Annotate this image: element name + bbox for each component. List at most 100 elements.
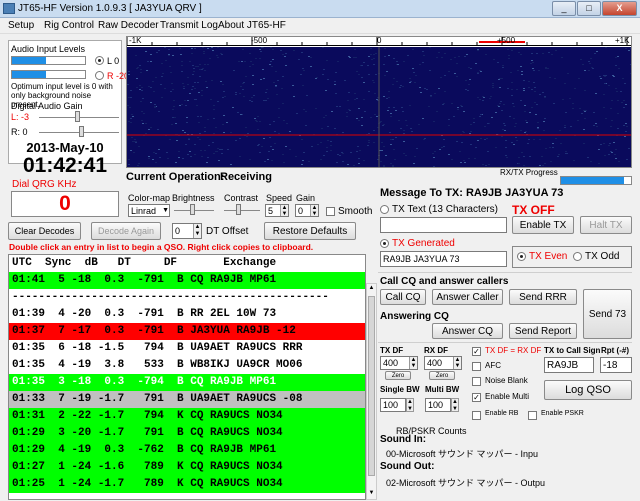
sound-in-label: Sound In:: [380, 434, 427, 445]
speed-spinner[interactable]: ▲ ▼: [280, 205, 288, 217]
tx-eq-rx-checkbox[interactable]: ✓: [472, 347, 481, 356]
gain-label: Gain: [296, 193, 316, 203]
rx-df-zero-button[interactable]: Zero: [429, 371, 455, 380]
tx-to-call-value: RA9JB: [547, 359, 579, 371]
tx-even-radio[interactable]: [517, 252, 526, 261]
enable-tx-button[interactable]: Enable TX: [512, 216, 574, 234]
decode-row[interactable]: 01:27 1 -24 -1.6 789 K CQ RA9UCS NO34: [9, 459, 365, 476]
tx-text-radio[interactable]: [380, 205, 389, 214]
menu-setup[interactable]: Setup: [8, 20, 34, 31]
gain-left-slider[interactable]: [75, 111, 80, 122]
tx-even-label: TX Even: [529, 251, 568, 262]
tx-generated-radio[interactable]: [380, 239, 389, 248]
single-bw-spinner[interactable]: ▲ ▼: [406, 398, 414, 412]
tx-odd-label: TX Odd: [585, 251, 620, 262]
decode-row[interactable]: 01:31 2 -22 -1.7 794 K CQ RA9UCS NO34: [9, 408, 365, 425]
decode-row[interactable]: 01:35 6 -18 -1.5 794 B UA9AET RA9UCS RRR: [9, 340, 365, 357]
minimize-button[interactable]: _: [552, 1, 576, 16]
menu-about[interactable]: About JT65-HF: [218, 20, 286, 31]
scroll-up-icon[interactable]: ▲: [368, 285, 375, 293]
decode-row[interactable]: 01:39 4 -20 0.3 -791 B RR 2EL 10W 73: [9, 306, 365, 323]
maximize-button[interactable]: □: [577, 1, 601, 16]
tx-to-call-input[interactable]: RA9JB: [544, 357, 594, 373]
decode-row[interactable]: 01:37 7 -17 0.3 -791 B JA3YUA RA9JB -12: [9, 323, 365, 340]
send-rrr-button[interactable]: Send RRR: [509, 289, 577, 305]
enable-rb-checkbox[interactable]: [472, 411, 481, 420]
single-bw-input[interactable]: 100: [380, 398, 406, 412]
halt-tx-button[interactable]: Halt TX: [580, 216, 632, 234]
decode-row[interactable]: 01:33 7 -19 -1.7 791 B UA9AET RA9UCS -08: [9, 391, 365, 408]
scroll-thumb[interactable]: [368, 296, 375, 476]
send-73-button[interactable]: Send 73: [583, 289, 632, 339]
waterfall-display[interactable]: [127, 47, 631, 167]
enable-rb-label: Enable RB: [485, 410, 519, 417]
right-channel-radio[interactable]: [95, 71, 104, 80]
multi-bw-spinner[interactable]: ▲ ▼: [451, 398, 459, 412]
smooth-label: Smooth: [338, 206, 373, 217]
decode-row[interactable]: ----------------------------------------…: [9, 289, 365, 306]
decode-row[interactable]: 01:41 5 -18 0.3 -791 B CQ RA9JB MP61: [9, 272, 365, 289]
colormap-select[interactable]: Linrad ▼: [128, 204, 170, 217]
restore-defaults-button[interactable]: Restore Defaults: [264, 222, 356, 240]
dt-offset-spinner[interactable]: ▲ ▼: [193, 224, 201, 238]
gain-value: 0: [298, 205, 304, 216]
clear-decodes-button[interactable]: Clear Decodes: [8, 222, 81, 240]
afc-checkbox[interactable]: [472, 362, 481, 371]
scale-label-minus-500: -500: [251, 36, 268, 45]
afc-label: AFC: [485, 361, 501, 370]
decode-row[interactable]: 01:35 3 -18 0.3 -794 B CQ RA9JB MP61: [9, 374, 365, 391]
contrast-label: Contrast: [224, 193, 259, 203]
scroll-down-icon[interactable]: ▼: [368, 490, 375, 498]
tx-odd-radio[interactable]: [573, 252, 582, 261]
call-cq-button[interactable]: Call CQ: [380, 289, 426, 305]
left-channel-radio[interactable]: [95, 56, 104, 65]
answering-cq-section-label: Answering CQ: [380, 311, 449, 322]
progress-label: RX/TX Progress: [500, 168, 558, 177]
scale-label-plus-500: +500: [497, 36, 516, 45]
time-display: 01:42:41: [22, 154, 108, 177]
gain-right-slider[interactable]: [79, 126, 84, 137]
enable-multi-checkbox[interactable]: ✓: [472, 393, 481, 402]
dial-qrg-label: Dial QRG KHz: [12, 179, 77, 190]
answer-caller-button[interactable]: Answer Caller: [432, 289, 503, 305]
enable-pskr-checkbox[interactable]: [528, 411, 537, 420]
menu-transmit-log[interactable]: Transmit Log: [160, 20, 218, 31]
brightness-slider[interactable]: [190, 204, 195, 215]
decode-again-button[interactable]: Decode Again: [91, 222, 161, 240]
gain-right-label: R: 0: [11, 127, 28, 137]
audio-input-levels-label: Audio Input Levels: [11, 44, 86, 54]
menu-rig-control[interactable]: Rig Control: [44, 20, 94, 31]
answer-cq-button[interactable]: Answer CQ: [432, 323, 503, 339]
single-bw-value: 100: [383, 400, 399, 410]
decode-list[interactable]: UTC Sync dB DT DF Exchange 01:41 5 -18 0…: [8, 254, 366, 500]
date-display: 2013-May-10: [26, 140, 104, 155]
contrast-slider[interactable]: [236, 204, 241, 215]
scale-label-minus-1k: -1K: [129, 36, 142, 45]
send-report-button[interactable]: Send Report: [509, 323, 577, 339]
brightness-label: Brightness: [172, 193, 215, 203]
decode-row[interactable]: 01:25 1 -24 -1.7 789 K CQ RA9UCS NO34: [9, 476, 365, 493]
tx-df-spinner[interactable]: ▲ ▼: [409, 357, 417, 369]
decode-row[interactable]: 01:29 4 -19 0.3 -762 B CQ RA9JB MP61: [9, 442, 365, 459]
speed-value: 5: [268, 205, 274, 216]
tx-text-input[interactable]: [380, 217, 507, 233]
menu-raw-decoder[interactable]: Raw Decoder: [98, 20, 159, 31]
rpt-input[interactable]: -18: [600, 357, 632, 373]
multi-bw-input[interactable]: 100: [425, 398, 451, 412]
current-operation-value: Receiving: [220, 171, 272, 183]
right-level-meter: [11, 70, 86, 79]
tx-generated-input[interactable]: RA9JB JA3YUA 73: [380, 251, 507, 267]
log-qso-button[interactable]: Log QSO: [544, 380, 632, 400]
title-bar: JT65-HF Version 1.0.9.3 [ JA3YUA QRV ] _…: [0, 0, 640, 18]
smooth-checkbox[interactable]: [326, 207, 335, 216]
tx-df-zero-button[interactable]: Zero: [385, 371, 411, 380]
decode-row[interactable]: 01:29 3 -20 -1.7 791 B CQ RA9UCS NO34: [9, 425, 365, 442]
multi-bw-label: Multi BW: [425, 385, 460, 394]
close-button[interactable]: X: [602, 1, 637, 16]
decode-list-scrollbar[interactable]: ▲ ▼: [366, 283, 377, 500]
decode-row[interactable]: 01:35 4 -19 3.8 533 B WB8IKJ UA9CR MO06: [9, 357, 365, 374]
gain-spinner[interactable]: ▲ ▼: [310, 205, 318, 217]
colormap-value: Linrad: [131, 205, 157, 216]
rx-df-spinner[interactable]: ▲ ▼: [453, 357, 461, 369]
noise-blank-checkbox[interactable]: [472, 377, 481, 386]
